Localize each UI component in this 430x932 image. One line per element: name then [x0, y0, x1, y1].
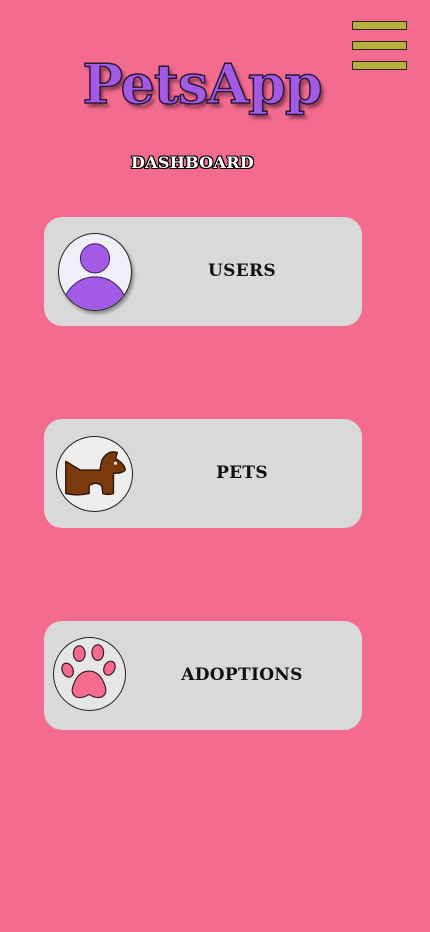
page-title: DASHBOARD [131, 153, 255, 172]
pets-card[interactable]: PETS [44, 419, 362, 528]
app-logo-title: PetsApp [82, 51, 324, 117]
adoptions-card[interactable]: ADOPTIONS [44, 621, 362, 730]
adoptions-card-label: ADOPTIONS [181, 665, 303, 685]
users-card[interactable]: USERS [44, 217, 362, 326]
hamburger-menu-icon-bar [352, 41, 407, 50]
users-card-label: USERS [208, 261, 276, 281]
user-avatar-icon [58, 233, 132, 311]
paw-print-icon [53, 637, 126, 711]
dog-icon [56, 436, 133, 512]
pets-card-label: PETS [216, 463, 268, 483]
hamburger-menu-icon-bar [352, 21, 407, 30]
